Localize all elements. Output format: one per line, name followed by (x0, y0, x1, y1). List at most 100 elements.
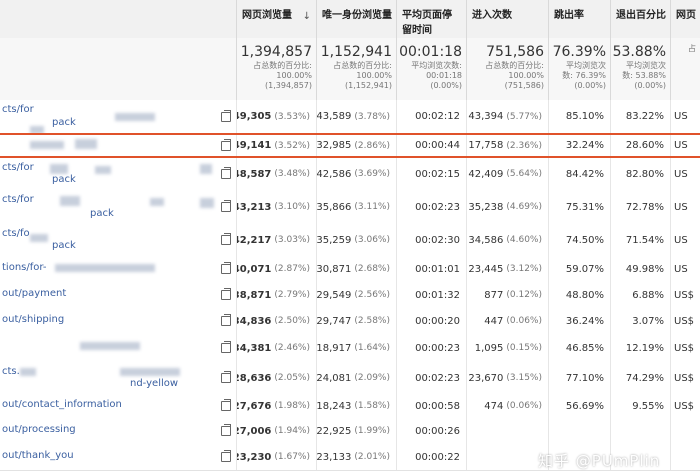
total-value: 占 (670, 38, 700, 100)
table-cell (466, 444, 548, 470)
redacted-text (120, 368, 180, 376)
cell-percentage: (1.67%) (274, 452, 310, 462)
table-cell: 48.80% (548, 282, 610, 308)
redacted-text (115, 113, 155, 121)
cell-value: 35,259 (316, 234, 352, 246)
table-cell: 00:00:58 (396, 394, 466, 418)
arrow-down-icon[interactable]: ↓ (303, 9, 311, 24)
cell-value: 74.50% (565, 234, 604, 246)
table-cell: US$ (670, 394, 700, 418)
column-header-bounce[interactable]: 跳出率 (548, 0, 610, 38)
page-path-link[interactable]: cts. nd-yellow (0, 362, 236, 394)
open-in-new-window-icon[interactable] (221, 138, 231, 151)
total-value: 76.39% (552, 44, 606, 60)
open-in-new-window-icon[interactable] (221, 288, 231, 300)
cell-percentage: (0.12%) (506, 290, 542, 300)
table-row[interactable]: tions/for- 40,071 (2.87%) 30,871 (2.68%) 00:0… (0, 256, 700, 283)
table-row[interactable]: out/processing 27,006 (1.94%) 22,925 (1.99%)… (0, 418, 700, 445)
redacted-text (200, 198, 214, 208)
page-path-link[interactable]: cts/fo pack (0, 224, 236, 256)
cell-value: US$ (674, 289, 695, 301)
table-row[interactable]: cts/for pack 43,213 (3.10%) 35,866 (3.11%) 00:… (0, 190, 700, 225)
column-header-avg-time[interactable]: 平均页面停留时间 (396, 0, 466, 38)
total-value: 1,152,941 (320, 44, 392, 60)
redacted-text (200, 164, 212, 174)
column-header-value[interactable]: 网页 (670, 0, 700, 38)
cell-value: 49.98% (625, 263, 664, 275)
open-in-new-window-icon[interactable] (221, 233, 231, 245)
redacted-text (60, 196, 80, 206)
open-in-new-window-icon[interactable] (221, 399, 231, 411)
table-row[interactable]: cts. nd-yellow 28,636 (2.05%) 24,081 (2.09%) 0… (0, 362, 700, 395)
cell-value: 00:02:15 (415, 168, 460, 180)
page-path-link[interactable]: cts/for pack (0, 100, 236, 134)
cell-value: 56.69% (565, 400, 604, 412)
cell-percentage: (3.69%) (354, 169, 390, 179)
table-cell: 00:02:30 (396, 224, 466, 256)
page-path-link[interactable]: out/payment (0, 282, 236, 308)
table-row[interactable]: 49,141 (3.52%) 32,985 (2.86%) 00:00:44 17,758… (0, 133, 700, 159)
total-caption: 100.00% (276, 71, 312, 80)
table-cell: US (670, 100, 700, 133)
page-path-link[interactable]: out/thank_you (0, 444, 236, 470)
page-path-link[interactable]: out/shipping (0, 308, 236, 334)
table-cell: 48,587 (3.48%) (236, 158, 316, 190)
table-cell: 42,586 (3.69%) (316, 158, 396, 190)
table-cell: 38,871 (2.79%) (236, 282, 316, 308)
column-header-exit[interactable]: 退出百分比 (610, 0, 670, 38)
cell-percentage: (3.10%) (274, 202, 310, 212)
table-cell (610, 418, 670, 444)
page-path-link[interactable] (0, 334, 236, 362)
open-in-new-window-icon[interactable] (221, 200, 231, 212)
page-path-text: pack (52, 174, 76, 185)
cell-percentage: (2.09%) (354, 373, 390, 383)
table-cell: 71.54% (610, 224, 670, 256)
cell-percentage: (1.94%) (274, 426, 310, 436)
column-header-unique[interactable]: 唯一身份浏览量 (316, 0, 396, 38)
table-row[interactable]: out/contact_information 27,676 (1.98%) 18,2… (0, 394, 700, 419)
table-row[interactable]: 34,381 (2.46%) 18,917 (1.64%) 00:00:23 1,095(… (0, 334, 700, 363)
page-path-link[interactable]: out/processing (0, 418, 236, 444)
cell-value: 43,213 (236, 201, 272, 213)
cell-value: 35,238 (468, 201, 504, 213)
table-row[interactable]: cts/fo pack 42,217 (3.03%) 35,259 (3.06%) 00:0… (0, 224, 700, 257)
open-in-new-window-icon[interactable] (221, 450, 231, 462)
cell-percentage: (2.87%) (274, 264, 310, 274)
table-cell: 42,217 (3.03%) (236, 224, 316, 256)
cell-value: 43,589 (316, 111, 352, 122)
page-path-link[interactable]: tions/for- (0, 256, 236, 282)
table-cell: 00:02:12 (396, 100, 466, 133)
table-cell: 40,071 (2.87%) (236, 256, 316, 282)
cell-percentage: (2.01%) (354, 452, 390, 462)
cell-value: US (674, 234, 688, 246)
cell-percentage: (3.06%) (354, 235, 390, 245)
cell-value: 74.29% (625, 372, 664, 384)
open-in-new-window-icon[interactable] (221, 371, 231, 383)
cell-value: 85.10% (565, 111, 604, 122)
page-path-text: out/processing (2, 424, 76, 435)
table-row[interactable]: cts/for pack 48,587 (3.48%) 42,586 (3.69%) 00:… (0, 158, 700, 191)
page-path-text: out/thank_you (2, 450, 74, 461)
page-path-link[interactable]: cts/for pack (0, 190, 236, 224)
table-row[interactable]: out/shipping 34,836 (2.50%) 29,747 (2.58%) 00… (0, 308, 700, 335)
open-in-new-window-icon[interactable] (221, 314, 231, 326)
page-path-link[interactable] (0, 133, 236, 158)
table-cell: 34,836 (2.50%) (236, 308, 316, 334)
table-row[interactable]: out/payment 38,871 (2.79%) 29,549 (2.56%) 00:… (0, 282, 700, 309)
total-avg-time: 00:01:18 平均浏览次数: 00:01:18 (0.00%) (396, 38, 466, 100)
table-cell (466, 418, 548, 444)
open-in-new-window-icon[interactable] (221, 109, 231, 122)
page-path-link[interactable]: out/contact_information (0, 394, 236, 418)
cell-value: 23,230 (236, 451, 272, 463)
table-row[interactable]: cts/for pack 49,305 (3.53%) 43,589 (3.78%) 00:… (0, 100, 700, 134)
cell-percentage: (2.79%) (274, 290, 310, 300)
open-in-new-window-icon[interactable] (221, 167, 231, 179)
column-header-entrances[interactable]: 进入次数 (466, 0, 548, 38)
open-in-new-window-icon[interactable] (221, 262, 231, 274)
page-path-link[interactable]: cts/for pack (0, 158, 236, 190)
open-in-new-window-icon[interactable] (221, 341, 231, 353)
column-header-pageviews[interactable]: 网页浏览量 ↓ (236, 0, 316, 38)
redacted-text (50, 164, 68, 174)
open-in-new-window-icon[interactable] (221, 424, 231, 436)
table-cell: 00:00:22 (396, 444, 466, 470)
